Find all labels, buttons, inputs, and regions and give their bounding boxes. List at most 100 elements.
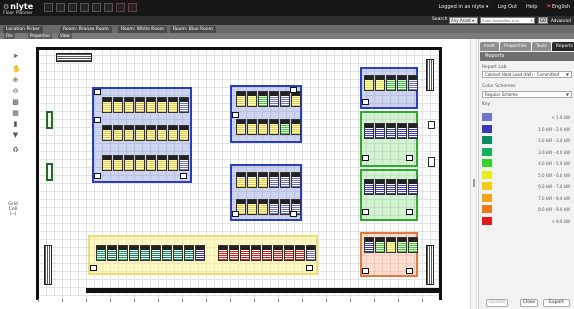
- rack[interactable]: [135, 97, 145, 113]
- in-row-unit[interactable]: [94, 89, 101, 95]
- hand-icon[interactable]: ✋: [12, 66, 21, 73]
- rack[interactable]: [168, 125, 178, 141]
- help-link[interactable]: Help: [526, 4, 537, 10]
- rack[interactable]: [96, 245, 106, 261]
- splitter-grip-icon[interactable]: [473, 179, 475, 187]
- rack[interactable]: [397, 123, 407, 139]
- in-row-unit[interactable]: [362, 209, 369, 215]
- floor-plan-canvas[interactable]: [30, 39, 462, 307]
- rack[interactable]: [236, 172, 246, 188]
- fit-icon[interactable]: ▩: [12, 99, 19, 106]
- rack[interactable]: [118, 245, 128, 261]
- rack[interactable]: [280, 199, 290, 215]
- alert-icon[interactable]: [116, 3, 125, 12]
- rack[interactable]: [364, 123, 374, 139]
- search-input[interactable]: [480, 17, 535, 24]
- rack[interactable]: [408, 75, 418, 91]
- rack[interactable]: [135, 155, 145, 171]
- rack[interactable]: [102, 155, 112, 171]
- in-row-unit[interactable]: [94, 117, 101, 123]
- rack[interactable]: [375, 237, 385, 253]
- rack[interactable]: [168, 97, 178, 113]
- rack[interactable]: [364, 237, 374, 253]
- zoom-out-icon[interactable]: ⊖: [12, 88, 19, 95]
- rack[interactable]: [124, 97, 134, 113]
- save-icon[interactable]: [44, 3, 53, 12]
- rack[interactable]: [291, 91, 301, 107]
- grid-icon[interactable]: [68, 3, 77, 12]
- rack[interactable]: [258, 91, 268, 107]
- pdu-unit[interactable]: [428, 121, 435, 129]
- report-select[interactable]: Cabinet Heat Load (kW) - Committed ▼: [482, 71, 572, 78]
- rack[interactable]: [124, 155, 134, 171]
- in-row-unit[interactable]: [362, 99, 369, 105]
- rack[interactable]: [375, 123, 385, 139]
- close-button[interactable]: Close: [520, 299, 538, 307]
- clear-icon[interactable]: ×: [530, 18, 533, 23]
- rack[interactable]: [397, 75, 407, 91]
- tab-bronze-room[interactable]: Room: Bronze Room: [60, 26, 112, 33]
- rack[interactable]: [107, 245, 117, 261]
- panel-splitter[interactable]: [470, 39, 477, 309]
- rack[interactable]: [364, 179, 374, 195]
- rack[interactable]: [195, 245, 205, 261]
- rack[interactable]: [397, 237, 407, 253]
- rack[interactable]: [173, 245, 183, 261]
- in-row-unit[interactable]: [290, 87, 297, 93]
- pdu-unit[interactable]: [428, 157, 435, 167]
- color-scheme-select[interactable]: Regular Scheme ▼: [482, 91, 572, 98]
- rack[interactable]: [236, 119, 246, 135]
- rack[interactable]: [247, 172, 257, 188]
- rack[interactable]: [364, 75, 374, 91]
- tab-white-room[interactable]: Room: White Room: [118, 26, 168, 33]
- rack[interactable]: [258, 172, 268, 188]
- rack[interactable]: [184, 245, 194, 261]
- rack[interactable]: [151, 245, 161, 261]
- search-type-select[interactable]: Any Asset ▾: [449, 17, 478, 24]
- rack[interactable]: [179, 155, 189, 171]
- rack[interactable]: [129, 245, 139, 261]
- rack[interactable]: [291, 172, 301, 188]
- rack[interactable]: [295, 245, 305, 261]
- rack[interactable]: [386, 123, 396, 139]
- rack[interactable]: [386, 75, 396, 91]
- tab-location-picker[interactable]: Location Picker: [3, 26, 43, 33]
- search-go-button[interactable]: GO: [538, 17, 548, 24]
- rack-icon[interactable]: ▦: [12, 110, 19, 117]
- rack[interactable]: [247, 91, 257, 107]
- language-link[interactable]: ⚑English: [546, 4, 570, 10]
- rack[interactable]: [258, 119, 268, 135]
- rack[interactable]: [157, 155, 167, 171]
- rack[interactable]: [179, 97, 189, 113]
- rack[interactable]: [236, 91, 246, 107]
- in-row-unit[interactable]: [180, 173, 187, 179]
- rack[interactable]: [408, 237, 418, 253]
- rack[interactable]: [386, 237, 396, 253]
- rack[interactable]: [284, 245, 294, 261]
- rack[interactable]: [269, 119, 279, 135]
- rack[interactable]: [135, 125, 145, 141]
- tab-properties[interactable]: Properties: [500, 42, 531, 51]
- rack[interactable]: [397, 179, 407, 195]
- rack[interactable]: [375, 179, 385, 195]
- in-row-unit[interactable]: [94, 173, 101, 179]
- rack[interactable]: [247, 119, 257, 135]
- rack[interactable]: [273, 245, 283, 261]
- tab-blue-room[interactable]: Room: Blue Room: [170, 26, 216, 33]
- in-row-unit[interactable]: [362, 268, 369, 274]
- advanced-search-link[interactable]: Advanced: [551, 18, 571, 23]
- filter-icon[interactable]: ▼: [12, 132, 19, 139]
- rack[interactable]: [269, 91, 279, 107]
- rack[interactable]: [280, 119, 290, 135]
- in-row-unit[interactable]: [362, 155, 369, 161]
- rack[interactable]: [408, 179, 418, 195]
- in-row-unit[interactable]: [406, 155, 413, 161]
- crac-unit[interactable]: [56, 53, 92, 62]
- in-row-unit[interactable]: [232, 112, 239, 118]
- rack[interactable]: [306, 245, 316, 261]
- rack[interactable]: [258, 199, 268, 215]
- rack[interactable]: [269, 199, 279, 215]
- rack[interactable]: [375, 75, 385, 91]
- rack[interactable]: [113, 97, 123, 113]
- rack[interactable]: [240, 245, 250, 261]
